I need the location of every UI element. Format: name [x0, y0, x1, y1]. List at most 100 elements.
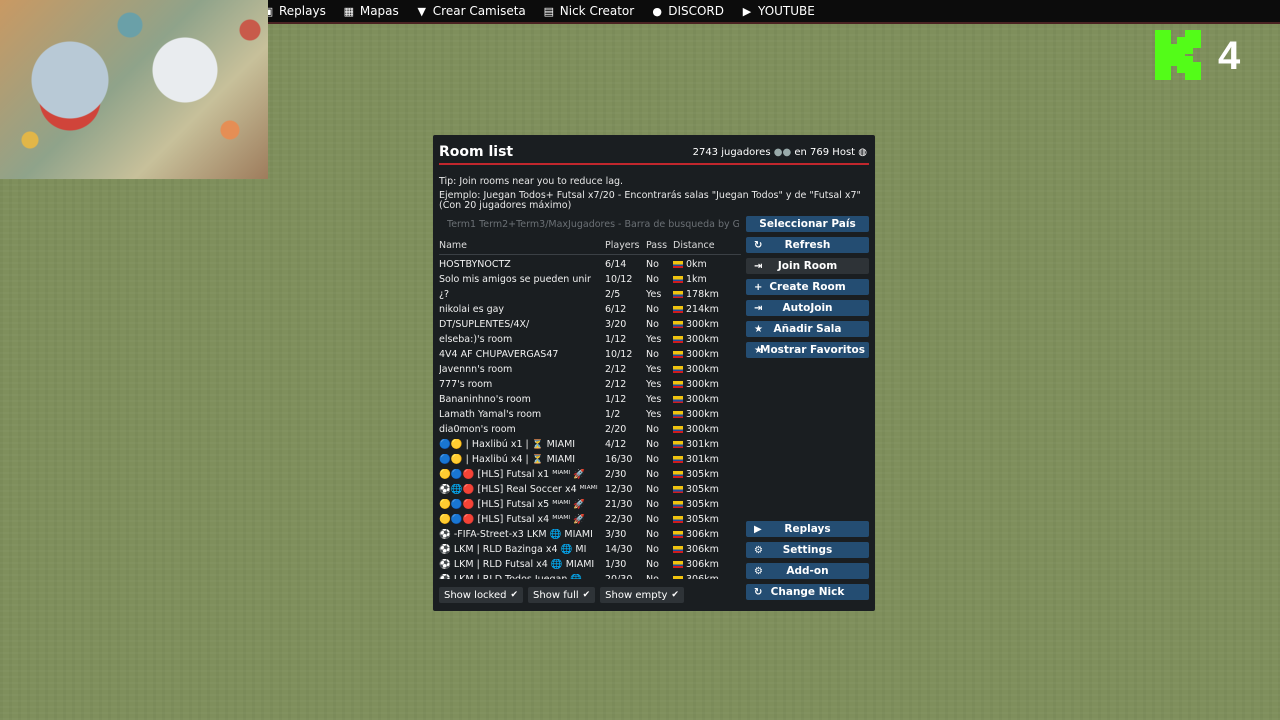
room-name: 🔵🟡 | Haxlibú x1 | ⏳ MIAMI [439, 439, 576, 450]
table-row[interactable]: 🟡🔵🔴 [HLS] Futsal x5 ᴹᴵᴬᴹᴵ 🚀 21/30 No 305km [439, 497, 741, 512]
room-players: 10/12 [605, 349, 633, 360]
room-distance: 301km [673, 439, 719, 450]
player-stats: 2743 jugadores ●● en 769 Host ◍ [693, 147, 867, 158]
country-flag-icon [673, 411, 683, 418]
table-row[interactable]: 🔵🟡 | Haxlibú x4 | ⏳ MIAMI 16/30 No 301km [439, 452, 741, 467]
room-name: DT/SUPLENTES/4X/ [439, 319, 530, 330]
nav-item-crear-camiseta[interactable]: ▼ Crear Camiseta [416, 4, 526, 18]
room-name: Bananinhno's room [439, 394, 531, 405]
country-flag-icon [673, 291, 683, 298]
players-count: 2743 jugadores [692, 147, 771, 158]
col-distance[interactable]: Distance [673, 240, 715, 251]
refresh-icon: ↻ [754, 239, 763, 251]
show-full-toggle[interactable]: Show full ✔ [528, 587, 596, 603]
table-row[interactable]: HOSTBYNOCTZ 6/14 No 0km [439, 257, 741, 272]
room-players: 1/12 [605, 334, 627, 345]
settings-label: Settings [782, 544, 833, 556]
room-players: 2/12 [605, 379, 627, 390]
refresh-icon: ↻ [754, 586, 763, 598]
room-table[interactable]: HOSTBYNOCTZ 6/14 No 0km Solo mis amigos se p… [439, 257, 741, 579]
room-name: ⚽ LKM | RLD Futsal x4 🌐 MIAMI [439, 559, 595, 570]
create-room-button[interactable]: + Create Room [746, 279, 869, 295]
room-distance-value: 300km [686, 334, 719, 345]
room-name: HOSTBYNOCTZ [439, 259, 511, 270]
table-row[interactable]: dia0mon's room 2/20 No 300km [439, 422, 741, 437]
table-row[interactable]: nikolai es gay 6/12 No 214km [439, 302, 741, 317]
nav-label: DISCORD [668, 4, 725, 18]
table-row[interactable]: 🟡🔵🔴 [HLS] Futsal x4 ᴹᴵᴬᴹᴵ 🚀 22/30 No 305km [439, 512, 741, 527]
replays-button[interactable]: ▶ Replays [746, 521, 869, 537]
nav-item-nick-creator[interactable]: ▤ Nick Creator [543, 4, 635, 18]
hosts-count: en 769 Host [794, 147, 856, 158]
room-distance: 301km [673, 454, 719, 465]
country-flag-icon [673, 381, 683, 388]
room-name: ⚽🌐🔴 [HLS] Real Soccer x4 ᴹᴵᴬᴹᴵ [439, 484, 598, 495]
change-nick-button[interactable]: ↻ Change Nick [746, 584, 869, 600]
country-flag-icon [673, 516, 683, 523]
room-name: Solo mis amigos se pueden unir [439, 274, 591, 285]
room-name: ⚽ -FIFA-Street-x3 LKM 🌐 MIAMI [439, 529, 593, 540]
nav-item-discord[interactable]: ● DISCORD [651, 4, 724, 18]
join-room-label: Join Room [777, 260, 838, 272]
table-row[interactable]: 4V4 AF CHUPAVERGAS47 10/12 No 300km [439, 347, 741, 362]
room-distance-value: 300km [686, 394, 719, 405]
room-pass: No [646, 529, 659, 540]
streamer-avatar-image [0, 0, 268, 179]
col-pass[interactable]: Pass [646, 240, 667, 251]
join-icon: ⇥ [754, 260, 763, 272]
country-flag-icon [673, 561, 683, 568]
table-row[interactable]: Lamath Yamal's room 1/2 Yes 300km [439, 407, 741, 422]
col-players[interactable]: Players [605, 240, 640, 251]
room-distance: 305km [673, 514, 719, 525]
refresh-button[interactable]: ↻ Refresh [746, 237, 869, 253]
room-players: 6/12 [605, 304, 627, 315]
addon-button[interactable]: ⚙ Add-on [746, 563, 869, 579]
room-distance-value: 0km [686, 259, 707, 270]
room-search-input[interactable] [439, 216, 739, 232]
table-row[interactable]: DT/SUPLENTES/4X/3/20 No 300km [439, 317, 741, 332]
table-row[interactable]: ⚽ LKM | RLD Bazinga x4 🌐 MI 14/30 No 306km [439, 542, 741, 557]
select-country-button[interactable]: Seleccionar País [746, 216, 869, 232]
table-header: Name Players Pass Distance [439, 239, 741, 255]
country-flag-icon [673, 486, 683, 493]
tip-text: Tip: Join rooms near you to reduce lag. … [439, 177, 869, 211]
show-locked-toggle[interactable]: Show locked ✔ [439, 587, 524, 603]
table-row[interactable]: ⚽ LKM | RLD Todos Juegan 🌐 20/30 No 306km [439, 572, 741, 579]
nav-item-youtube[interactable]: ▶ YOUTUBE [741, 4, 815, 18]
room-name: Javennn's room [439, 364, 513, 375]
room-distance-value: 178km [686, 289, 719, 300]
room-name: 🟡🔵🔴 [HLS] Futsal x1 ᴹᴵᴬᴹᴵ 🚀 [439, 469, 586, 480]
room-name: 🔵🟡 | Haxlibú x4 | ⏳ MIAMI [439, 454, 576, 465]
room-distance-value: 300km [686, 349, 719, 360]
country-flag-icon [673, 396, 683, 403]
room-distance: 300km [673, 394, 719, 405]
col-name[interactable]: Name [439, 240, 467, 251]
nav-item-mapas[interactable]: ▦ Mapas [343, 4, 399, 18]
table-row[interactable]: elseba:)'s room 1/12 Yes 300km [439, 332, 741, 347]
room-distance: 1km [673, 274, 707, 285]
table-row[interactable]: ⚽🌐🔴 [HLS] Real Soccer x4 ᴹᴵᴬᴹᴵ 12/30 No 305… [439, 482, 741, 497]
table-row[interactable]: ⚽ LKM | RLD Futsal x4 🌐 MIAMI 1/30 No 306km [439, 557, 741, 572]
add-room-button[interactable]: ★ Añadir Sala [746, 321, 869, 337]
table-row[interactable]: Solo mis amigos se pueden unir 10/12 No 1km [439, 272, 741, 287]
autojoin-button[interactable]: ⇥ AutoJoin [746, 300, 869, 316]
table-row[interactable]: 🔵🟡 | Haxlibú x1 | ⏳ MIAMI 4/12 No 301km [439, 437, 741, 452]
autojoin-label: AutoJoin [782, 302, 833, 314]
show-empty-toggle[interactable]: Show empty ✔ [600, 587, 684, 603]
table-row[interactable]: ¿? 2/5 Yes 178km [439, 287, 741, 302]
table-row[interactable]: Bananinhno's room 1/12 Yes 300km [439, 392, 741, 407]
country-flag-icon [673, 276, 683, 283]
document-icon: ▤ [543, 4, 554, 18]
join-room-button[interactable]: ⇥ Join Room [746, 258, 869, 274]
table-row[interactable]: ⚽ -FIFA-Street-x3 LKM 🌐 MIAMI 3/30 No 306km [439, 527, 741, 542]
show-locked-label: Show locked [444, 589, 507, 601]
table-row[interactable]: 777's room 2/12 Yes 300km [439, 377, 741, 392]
room-pass: No [646, 424, 659, 435]
nav-item-replays[interactable]: ▣ Replays [262, 4, 326, 18]
table-row[interactable]: Javennn's room 2/12 Yes 300km [439, 362, 741, 377]
room-players: 12/30 [605, 484, 633, 495]
table-row[interactable]: 🟡🔵🔴 [HLS] Futsal x1 ᴹᴵᴬᴹᴵ 🚀 2/30 No 305km [439, 467, 741, 482]
show-favorites-button[interactable]: ★ Mostrar Favoritos [746, 342, 869, 358]
country-flag-icon [673, 531, 683, 538]
settings-button[interactable]: ⚙ Settings [746, 542, 869, 558]
